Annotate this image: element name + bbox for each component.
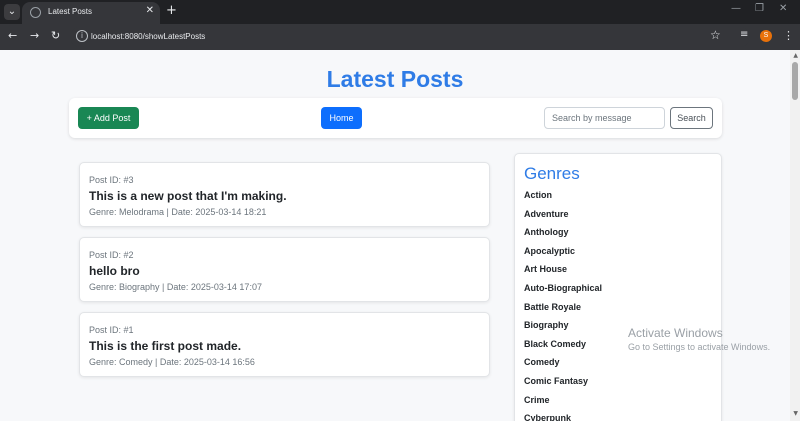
genre-item[interactable]: Comedy [524, 355, 602, 374]
scroll-down-icon[interactable]: ▼ [793, 410, 798, 417]
tab-latest-posts[interactable]: Latest Posts ✕ [22, 2, 160, 24]
info-icon[interactable]: i [76, 30, 88, 42]
home-button[interactable]: Home [321, 107, 362, 129]
post-message: This is a new post that I'm making. [89, 189, 287, 203]
post-meta: Genre: Comedy | Date: 2025-03-14 16:56 [89, 357, 255, 367]
genre-item[interactable]: Adventure [524, 207, 602, 226]
avatar[interactable]: S [760, 30, 772, 42]
tab-menu-icon[interactable]: ⌄ [4, 4, 20, 20]
scroll-up-icon[interactable]: ▲ [793, 52, 798, 59]
watermark-title: Activate Windows [628, 326, 723, 340]
post-card[interactable]: Post ID: #2 hello bro Genre: Biography |… [79, 237, 490, 302]
scrollbar[interactable] [790, 50, 800, 421]
post-card[interactable]: Post ID: #1 This is the first post made.… [79, 312, 490, 377]
post-meta: Genre: Biography | Date: 2025-03-14 17:0… [89, 282, 262, 292]
close-icon[interactable]: ✕ [146, 5, 154, 16]
genre-item[interactable]: Apocalyptic [524, 244, 602, 263]
back-icon[interactable]: ← [8, 29, 17, 42]
genre-item[interactable]: Battle Royale [524, 300, 602, 319]
genre-item[interactable]: Biography [524, 318, 602, 337]
genre-item[interactable]: Comic Fantasy [524, 374, 602, 393]
address-bar: ← → ↻ i localhost:8080/showLatestPosts ☆… [0, 24, 800, 50]
genre-list: Action Adventure Anthology Apocalyptic A… [524, 188, 602, 421]
genre-item[interactable]: Action [524, 188, 602, 207]
watermark-subtitle: Go to Settings to activate Windows. [628, 342, 771, 352]
url-field[interactable]: i localhost:8080/showLatestPosts [70, 27, 750, 47]
windows-activation-watermark: Activate Windows Go to Settings to activ… [628, 326, 770, 352]
search-input[interactable] [544, 107, 665, 129]
genre-item[interactable]: Anthology [524, 225, 602, 244]
genre-item[interactable]: Cyberpunk [524, 411, 602, 421]
scrollbar-thumb[interactable] [792, 62, 798, 100]
kebab-icon[interactable]: ⋮ [783, 29, 794, 42]
genre-item[interactable]: Black Comedy [524, 337, 602, 356]
globe-icon [30, 7, 41, 18]
tab-strip: ⌄ Latest Posts ✕ + — ❐ ✕ [0, 0, 800, 24]
restore-icon[interactable]: ❐ [755, 3, 764, 14]
genre-item[interactable]: Auto-Biographical [524, 281, 602, 300]
genres-panel: Genres Action Adventure Anthology Apocal… [514, 153, 722, 421]
forward-icon[interactable]: → [30, 29, 39, 42]
post-id: Post ID: #3 [89, 175, 134, 185]
reload-icon[interactable]: ↻ [51, 29, 60, 42]
post-meta: Genre: Melodrama | Date: 2025-03-14 18:2… [89, 207, 267, 217]
media-icon[interactable]: ≡ [740, 29, 748, 40]
close-icon[interactable]: ✕ [779, 3, 787, 14]
toolbar: + Add Post Home Search [69, 98, 722, 138]
post-message: hello bro [89, 264, 140, 278]
star-icon[interactable]: ☆ [710, 28, 721, 42]
post-id: Post ID: #1 [89, 325, 134, 335]
plus-icon[interactable]: + [166, 3, 177, 19]
page-viewport: Latest Posts + Add Post Home Search Post… [0, 50, 790, 421]
url-text: localhost:8080/showLatestPosts [91, 32, 206, 41]
tab-title: Latest Posts [48, 7, 93, 16]
add-post-button[interactable]: + Add Post [78, 107, 139, 129]
search-button[interactable]: Search [670, 107, 713, 129]
post-id: Post ID: #2 [89, 250, 134, 260]
post-card[interactable]: Post ID: #3 This is a new post that I'm … [79, 162, 490, 227]
genre-item[interactable]: Art House [524, 262, 602, 281]
genre-item[interactable]: Crime [524, 393, 602, 412]
post-message: This is the first post made. [89, 339, 242, 353]
genres-title: Genres [524, 164, 580, 183]
page-title: Latest Posts [326, 66, 464, 92]
minimize-icon[interactable]: — [731, 3, 741, 14]
